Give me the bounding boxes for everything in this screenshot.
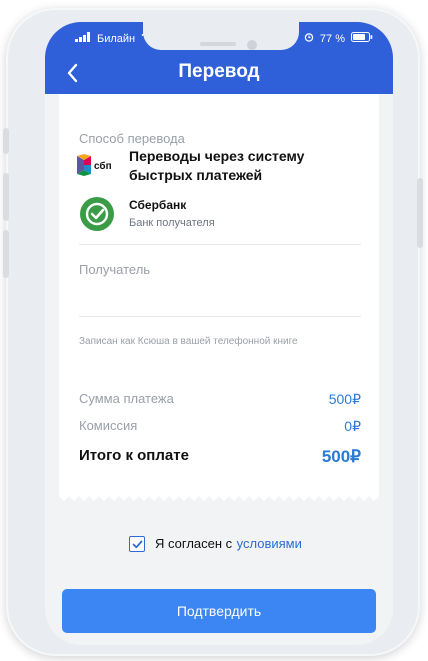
total-value: 500₽ (321, 447, 361, 466)
checkmark-icon (132, 540, 142, 548)
side-button-right (417, 178, 423, 248)
divider (79, 316, 361, 317)
amount-row: Сумма платежа 500₽ (79, 391, 361, 413)
speaker-slot (200, 42, 236, 46)
sberbank-icon (80, 197, 114, 231)
app-header: Билайн 77 % Перевод (45, 22, 393, 94)
battery-percent: 77 % (319, 32, 345, 45)
total-label: Итого к оплате (79, 447, 189, 464)
bank-name: Сбербанк (129, 198, 187, 212)
front-camera (247, 40, 257, 50)
sbp-title: Переводы через систему быстрых платежей (129, 148, 305, 183)
title-row: Перевод (45, 58, 393, 88)
agreement-checkbox[interactable] (129, 536, 145, 552)
sbp-logo-text: сбп (94, 160, 112, 172)
alarm-icon (304, 32, 314, 45)
transfer-method-label: Способ перевода (79, 131, 185, 146)
side-button-left-top (3, 128, 9, 154)
phone-frame: Билайн 77 % Перевод Способ перевода сбп … (3, 8, 423, 656)
agreement-text: Я согласен с (155, 536, 233, 551)
amount-label: Сумма платежа (79, 391, 174, 406)
phone-screen: Билайн 77 % Перевод Способ перевода сбп … (45, 22, 393, 645)
receipt-edge (59, 494, 379, 501)
agreement: Я согласен с условиями (129, 534, 302, 554)
side-button-left-mid (3, 173, 9, 221)
divider (79, 244, 361, 245)
battery-icon (351, 32, 373, 45)
side-button-left-low (3, 230, 9, 278)
amount-value: 500₽ (328, 391, 361, 407)
contact-note: Записан как Ксюша в вашей телефонной кни… (79, 336, 298, 347)
recipient-label: Получатель (79, 262, 151, 277)
bank-subtitle: Банк получателя (129, 217, 215, 229)
carrier-name: Билайн (97, 32, 136, 45)
signal-icon (75, 32, 91, 45)
total-row: Итого к оплате 500₽ (79, 447, 361, 469)
sbp-logo: сбп (77, 154, 123, 176)
commission-value: 0₽ (344, 418, 361, 434)
commission-label: Комиссия (79, 418, 138, 433)
confirm-button[interactable]: Подтвердить (62, 589, 376, 633)
commission-row: Комиссия 0₽ (79, 418, 361, 440)
page-title: Перевод (178, 61, 260, 82)
terms-link[interactable]: условиями (237, 536, 302, 551)
receipt-card: Способ перевода сбп Переводы через систе… (59, 94, 379, 494)
